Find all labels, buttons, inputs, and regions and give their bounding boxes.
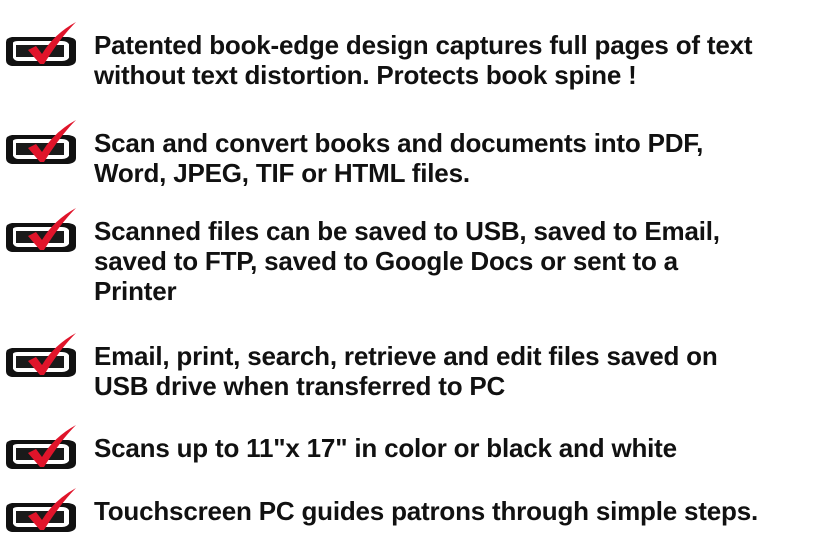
checkbox-check-icon	[4, 423, 84, 483]
checkbox-check-icon	[4, 20, 84, 80]
checkbox-check-icon	[4, 118, 84, 178]
feature-text: Scanned files can be saved to USB, saved…	[94, 216, 720, 306]
checkbox-check-icon	[4, 486, 84, 546]
checkbox-check-icon	[4, 206, 84, 266]
feature-text: Email, print, search, retrieve and edit …	[94, 341, 718, 401]
feature-text: Touchscreen PC guides patrons through si…	[94, 496, 758, 526]
feature-text: Patented book-edge design captures full …	[94, 30, 753, 90]
checkbox-check-icon	[4, 331, 84, 391]
feature-text: Scans up to 11"x 17" in color or black a…	[94, 433, 677, 463]
feature-text: Scan and convert books and documents int…	[94, 128, 704, 188]
